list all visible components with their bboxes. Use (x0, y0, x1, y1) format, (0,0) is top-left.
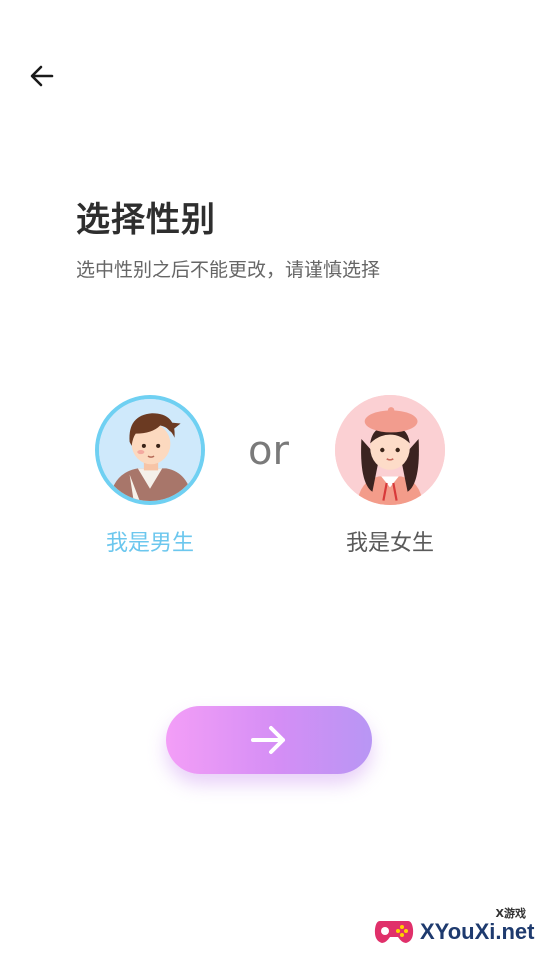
arrow-right-icon (251, 726, 285, 754)
watermark: X游戏 XYouXi.net (372, 905, 535, 953)
female-option[interactable]: 我是女生 (310, 395, 470, 557)
male-option-label: 我是男生 (105, 531, 194, 556)
girl-illustration (335, 395, 445, 505)
boy-illustration (99, 399, 201, 501)
next-button[interactable] (166, 706, 372, 774)
or-separator: or (248, 428, 289, 474)
back-button[interactable] (26, 60, 58, 92)
page-subtitle: 选中性别之后不能更改，请谨慎选择 (76, 259, 381, 281)
female-option-label: 我是女生 (345, 531, 434, 556)
male-avatar[interactable] (95, 395, 205, 505)
female-avatar[interactable] (335, 395, 445, 505)
watermark-main-text: XYouXi.net (420, 919, 535, 944)
page-title: 选择性别 (76, 200, 216, 240)
gamepad-logo-icon (374, 921, 414, 943)
arrow-left-icon (30, 65, 54, 87)
male-option[interactable]: 我是男生 (70, 395, 230, 557)
